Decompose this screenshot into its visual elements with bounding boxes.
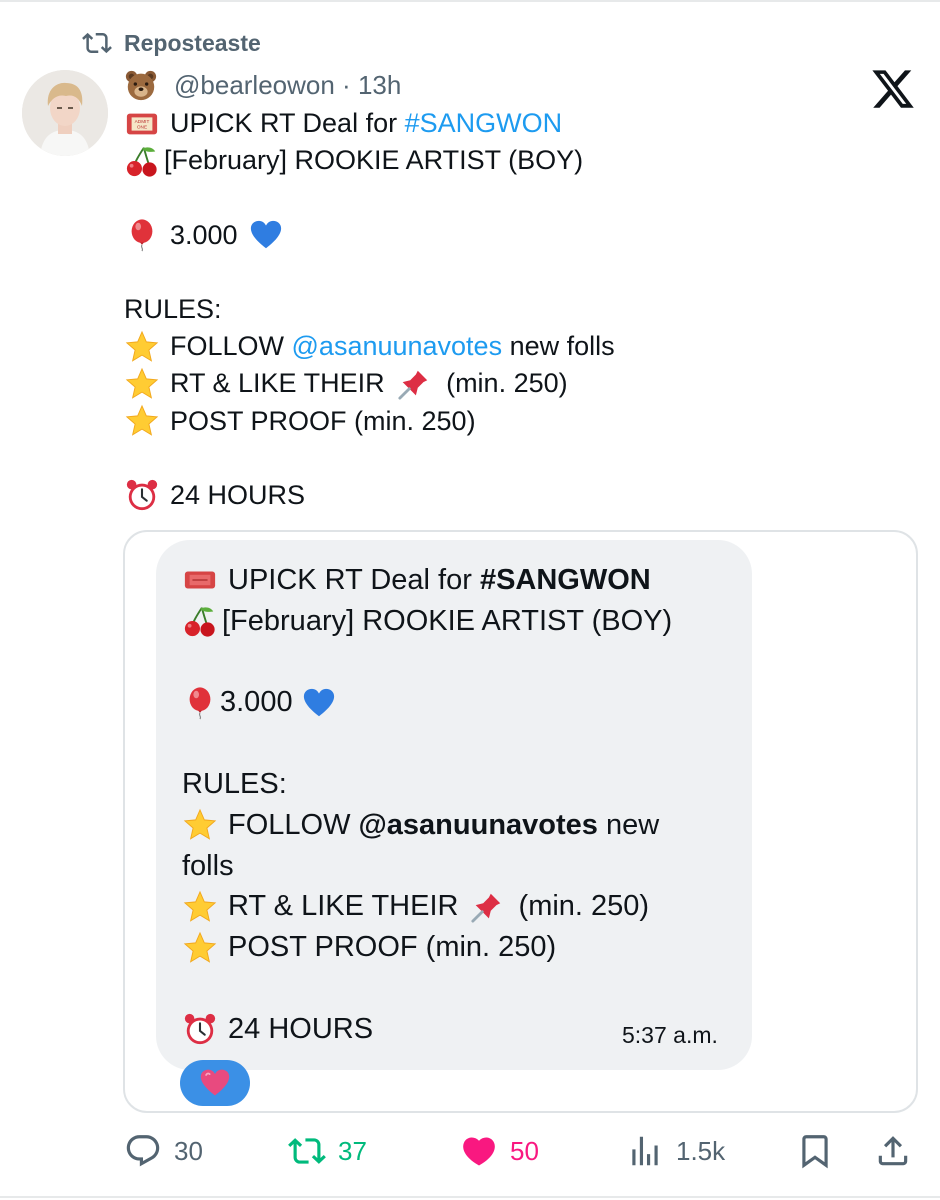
svg-text:ONE: ONE: [137, 124, 147, 130]
message-text-span: folls: [182, 849, 234, 882]
star-icon: [125, 330, 159, 362]
repost-context[interactable]: Reposteaste: [82, 28, 261, 58]
views-button[interactable]: 1.5k: [626, 1128, 725, 1174]
star-icon: [125, 404, 159, 436]
message-text: UPICK RT Deal for #SANGWON [February] RO…: [182, 560, 722, 1050]
post-line-rule-proof: POST PROOF (min. 250): [124, 403, 914, 440]
post-line-title: ADMIT ONE UPICK RT Deal for #SANGWON: [124, 105, 914, 142]
cherries-icon: [126, 147, 157, 177]
post-text-span: RULES:: [124, 293, 222, 324]
reply-button[interactable]: 30: [124, 1128, 203, 1174]
bookmark-button[interactable]: [796, 1128, 834, 1174]
blue-heart-icon: [250, 220, 281, 249]
post-text-span: (min. 250): [446, 368, 568, 399]
message-text-span: 3.000: [220, 686, 293, 719]
post-text-span: [February] ROOKIE ARTIST (BOY): [164, 145, 584, 176]
alarm-clock-icon: [184, 1014, 216, 1045]
separator-dot: ·: [334, 69, 358, 100]
views-count: 1.5k: [676, 1135, 726, 1166]
pushpin-icon: [398, 370, 428, 400]
reaction-badge[interactable]: [180, 1060, 250, 1106]
star-icon: [183, 808, 217, 840]
repost-button[interactable]: 37: [288, 1128, 367, 1174]
post-text-span: POST PROOF (min. 250): [170, 405, 476, 436]
bottom-divider: [0, 1196, 940, 1198]
bookmark-icon: [802, 1135, 828, 1169]
mention-link[interactable]: @asanuunavotes: [292, 328, 503, 365]
post-text-span: 3.000: [170, 219, 238, 250]
red-balloon-icon: [189, 687, 211, 720]
message-time: 5:37 a.m.: [622, 1022, 718, 1048]
repost-count: 37: [338, 1135, 367, 1166]
message-text-span: RULES:: [182, 767, 287, 800]
share-icon: [878, 1136, 908, 1166]
message-text-span: (min. 250): [518, 890, 650, 923]
message-text-span: [February] ROOKIE ARTIST (BOY): [222, 604, 673, 637]
hashtag-link[interactable]: #SANGWON: [405, 105, 563, 142]
heart-icon: [463, 1137, 495, 1166]
hashtag-bold: #SANGWON: [479, 564, 651, 596]
red-balloon-icon: [131, 219, 153, 252]
avatar-image: [22, 70, 108, 156]
bear-face-icon: [125, 70, 157, 101]
message-text-span: POST PROOF (min. 250): [228, 931, 557, 964]
star-icon: [183, 931, 217, 963]
reply-icon: [126, 1135, 160, 1167]
post-line-duration: 24 HOURS: [124, 477, 914, 514]
admit-one-ticket-icon: [184, 571, 216, 589]
share-button[interactable]: [874, 1128, 912, 1174]
message-text-span: FOLLOW: [228, 808, 359, 841]
post-text-span: new folls: [502, 331, 615, 362]
post-line-category: [February] ROOKIE ARTIST (BOY): [124, 142, 914, 179]
post-header: @bearleowon · 13h: [124, 68, 401, 102]
message-text-span: UPICK RT Deal for: [228, 564, 480, 596]
post-line-rule-follow: FOLLOW @asanuunavotes new folls: [124, 328, 914, 365]
post-line-rule-rt: RT & LIKE THEIR (min. 250): [124, 365, 914, 402]
like-count: 50: [510, 1135, 539, 1166]
admit-one-ticket-icon: ADMIT ONE: [126, 113, 158, 134]
post-line-rules: RULES:: [124, 291, 914, 328]
reply-count: 30: [174, 1135, 203, 1166]
repost-icon: [82, 32, 112, 54]
svg-text:ADMIT: ADMIT: [135, 119, 150, 125]
author-handle[interactable]: @bearleowon: [174, 70, 335, 101]
repost-label: Reposteaste: [124, 29, 261, 56]
post-text-span: 24 HOURS: [170, 479, 306, 510]
pushpin-icon: [470, 893, 500, 923]
top-divider: [0, 0, 940, 2]
cherries-icon: [184, 607, 215, 637]
like-button[interactable]: 50: [460, 1128, 539, 1174]
post-text-span: FOLLOW: [170, 331, 292, 362]
alarm-clock-icon: [126, 480, 158, 511]
post-line-balloon: 3.000: [124, 217, 914, 254]
star-icon: [125, 367, 159, 399]
message-text-span: new: [597, 808, 660, 841]
heart-icon: [200, 1069, 230, 1096]
repost-icon: [288, 1138, 326, 1164]
avatar[interactable]: [22, 70, 108, 156]
post-age[interactable]: 13h: [358, 70, 401, 101]
message-text-span: 24 HOURS: [228, 1012, 374, 1045]
mention-bold: @asanuunavotes: [358, 808, 598, 841]
star-icon: [183, 890, 217, 922]
post-text-span: RT & LIKE THEIR: [170, 368, 393, 399]
views-chart-icon: [632, 1136, 658, 1166]
post-text-span: UPICK RT Deal for: [170, 108, 405, 138]
action-bar: 30 37 50 1.5k: [0, 1128, 940, 1174]
blue-heart-icon: [303, 688, 334, 717]
message-text-span: RT & LIKE THEIR: [228, 890, 467, 923]
post-text: ADMIT ONE UPICK RT Deal for #SANGWON [Fe…: [124, 105, 914, 514]
